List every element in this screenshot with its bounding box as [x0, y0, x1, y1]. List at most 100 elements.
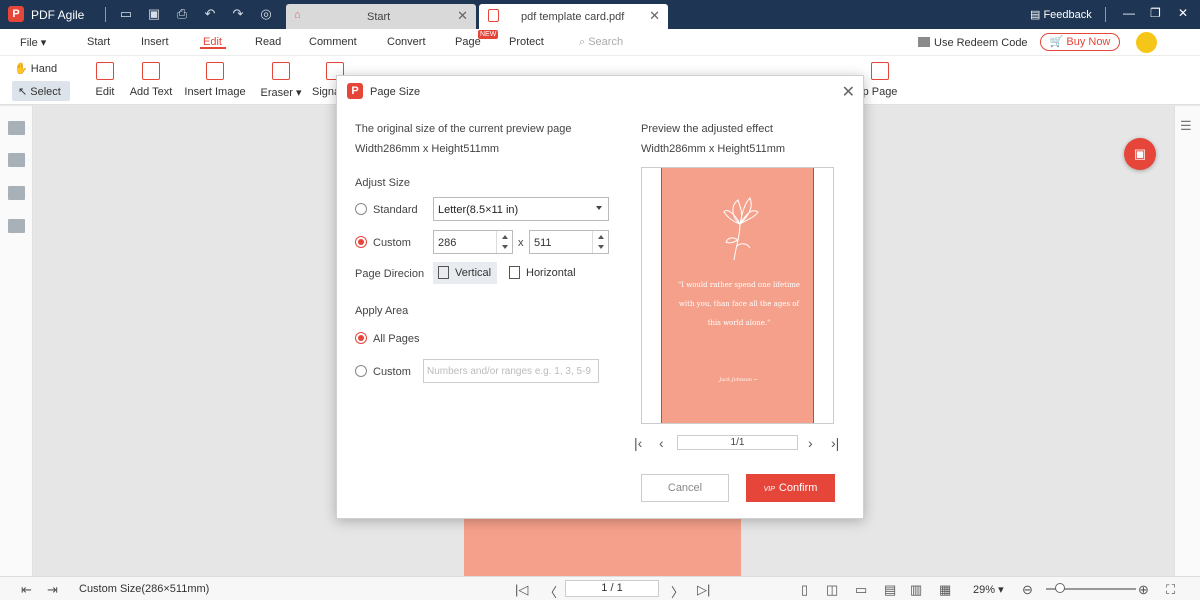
next-page-icon[interactable]: ›	[808, 435, 813, 451]
open-folder-icon[interactable]: ▭	[118, 6, 134, 22]
save-icon[interactable]: ▣	[146, 6, 162, 22]
fit-page-icon[interactable]: ▯	[801, 582, 808, 598]
menu-start[interactable]: Start	[87, 36, 110, 48]
menu-insert[interactable]: Insert	[141, 36, 169, 48]
close-window-icon[interactable]: ✕	[1178, 6, 1188, 20]
zoom-slider-handle[interactable]	[1055, 583, 1065, 593]
search-input[interactable]: ⌕ Search	[579, 36, 623, 49]
edit-tool[interactable]: Edit	[94, 62, 116, 98]
menu-file[interactable]: File ▾	[20, 36, 46, 49]
app-logo-icon: P	[8, 6, 24, 22]
menu-protect[interactable]: Protect	[509, 36, 544, 48]
menu-page[interactable]: Page	[455, 36, 481, 48]
tab-start[interactable]: ⌂ Start ✕	[286, 4, 476, 29]
standard-label: Standard	[373, 204, 418, 216]
hand-tool[interactable]: ✋ Hand	[14, 62, 57, 75]
chevron-down-icon[interactable]	[502, 245, 508, 249]
quote-author: Jack Johnson ~	[719, 377, 758, 383]
standard-size-value: Letter(8.5×11 in)	[438, 204, 519, 216]
first-page-icon[interactable]: |◁	[515, 582, 528, 598]
thumbnails-icon[interactable]	[8, 153, 25, 167]
preview-frame: "I would rather spend one lifetime with …	[641, 167, 834, 424]
avatar[interactable]	[1136, 32, 1157, 53]
title-bar: P PDF Agile ▭ ▣ ⎙ ↶ ↷ ◎ ⌂ Start ✕ pdf te…	[0, 0, 1200, 29]
last-page-icon[interactable]: ›|	[831, 435, 839, 451]
menu-comment[interactable]: Comment	[309, 36, 357, 48]
width-stepper[interactable]: 286	[433, 230, 513, 254]
prev-page-icon[interactable]: 〈	[544, 582, 557, 600]
annotations-icon[interactable]	[8, 186, 25, 200]
page-size-status: Custom Size(286×511mm)	[79, 583, 210, 595]
undo-icon[interactable]: ↶	[202, 6, 218, 22]
outline-icon[interactable]	[8, 121, 25, 135]
custom-size-radio[interactable]	[355, 236, 367, 248]
vertical-button[interactable]: Vertical	[433, 262, 498, 284]
crop-icon	[871, 62, 889, 80]
custom-size-label: Custom	[373, 237, 411, 249]
fit-width-icon[interactable]: ◫	[826, 582, 838, 598]
zoom-select[interactable]: 29% ▾	[973, 583, 1004, 596]
continuous-page-icon[interactable]: ▥	[910, 582, 922, 598]
restore-icon[interactable]: ❐	[1150, 6, 1161, 20]
cart-icon: 🛒	[1049, 36, 1064, 48]
divider	[105, 7, 106, 22]
times-label: x	[518, 237, 524, 249]
quote-text: "I would rather spend one lifetime with …	[678, 281, 800, 327]
height-spin-buttons[interactable]	[592, 231, 608, 253]
close-icon[interactable]: ✕	[842, 82, 855, 102]
menu-read[interactable]: Read	[255, 36, 281, 48]
chevron-up-icon[interactable]	[502, 235, 508, 239]
insert-image-tool[interactable]: Insert Image	[184, 62, 246, 98]
chevron-up-icon[interactable]	[598, 235, 604, 239]
width-spin-buttons[interactable]	[496, 231, 512, 253]
ai-assistant-icon[interactable]: ▣	[1124, 138, 1156, 170]
confirm-button[interactable]: VIP Confirm	[746, 474, 835, 502]
preview-page-number[interactable]: 1/1	[677, 435, 798, 450]
add-text-tool[interactable]: Add Text	[128, 62, 174, 98]
buy-now-button[interactable]: 🛒 Buy Now	[1040, 33, 1120, 51]
page-number-input[interactable]: 1 / 1	[565, 580, 659, 597]
menu-convert[interactable]: Convert	[387, 36, 426, 48]
custom-area-radio[interactable]	[355, 365, 367, 377]
feedback-button[interactable]: ▤ Feedback	[1030, 8, 1092, 21]
share-icon[interactable]: ◎	[258, 6, 274, 22]
zoom-in-icon[interactable]: ⊕	[1138, 582, 1149, 598]
actual-size-icon[interactable]: ▭	[855, 582, 867, 598]
horizontal-button[interactable]: Horizontal	[504, 262, 582, 284]
last-page-panel-icon[interactable]: ⇥	[47, 582, 58, 598]
redo-icon[interactable]: ↷	[230, 6, 246, 22]
first-page-panel-icon[interactable]: ⇤	[21, 582, 32, 598]
height-stepper[interactable]: 511	[529, 230, 609, 254]
crop-page-tool[interactable]: p Page	[860, 62, 900, 98]
adjust-size-label: Adjust Size	[355, 177, 411, 189]
zoom-out-icon[interactable]: ⊖	[1022, 582, 1033, 598]
pdf-file-icon	[488, 9, 499, 22]
tab-document[interactable]: pdf template card.pdf ✕	[479, 4, 668, 29]
first-page-icon[interactable]: |‹	[634, 435, 642, 451]
settings-sliders-icon[interactable]: ☰	[1180, 118, 1192, 134]
chevron-down-icon[interactable]	[598, 245, 604, 249]
next-page-icon[interactable]: 〉	[671, 582, 684, 600]
select-tool[interactable]: ↖ Select	[12, 81, 70, 101]
page-range-input[interactable]: Numbers and/or ranges e.g. 1, 3, 5-9	[423, 359, 599, 383]
two-page-icon[interactable]: ▦	[939, 582, 951, 598]
print-icon[interactable]: ⎙	[174, 6, 190, 22]
close-tab-icon[interactable]: ✕	[457, 8, 468, 24]
redeem-button[interactable]: Use Redeem Code	[918, 37, 1028, 49]
cancel-button[interactable]: Cancel	[641, 474, 729, 502]
close-tab-icon[interactable]: ✕	[649, 8, 660, 24]
eraser-tool[interactable]: Eraser ▾	[260, 62, 302, 99]
standard-size-select[interactable]: Letter(8.5×11 in)	[433, 197, 609, 221]
vip-badge: VIP	[763, 486, 775, 493]
single-page-icon[interactable]: ▤	[884, 582, 896, 598]
minimize-icon[interactable]: —	[1123, 6, 1135, 20]
fullscreen-icon[interactable]: ⛶	[1166, 582, 1175, 598]
all-pages-radio[interactable]	[355, 332, 367, 344]
redeem-icon	[918, 37, 930, 47]
hand-icon: ✋	[14, 63, 31, 75]
prev-page-icon[interactable]: ‹	[659, 435, 664, 451]
standard-radio[interactable]	[355, 203, 367, 215]
page-direction-label: Page Direcion	[355, 268, 425, 280]
search-panel-icon[interactable]	[8, 219, 25, 233]
last-page-icon[interactable]: ▷|	[697, 582, 710, 598]
